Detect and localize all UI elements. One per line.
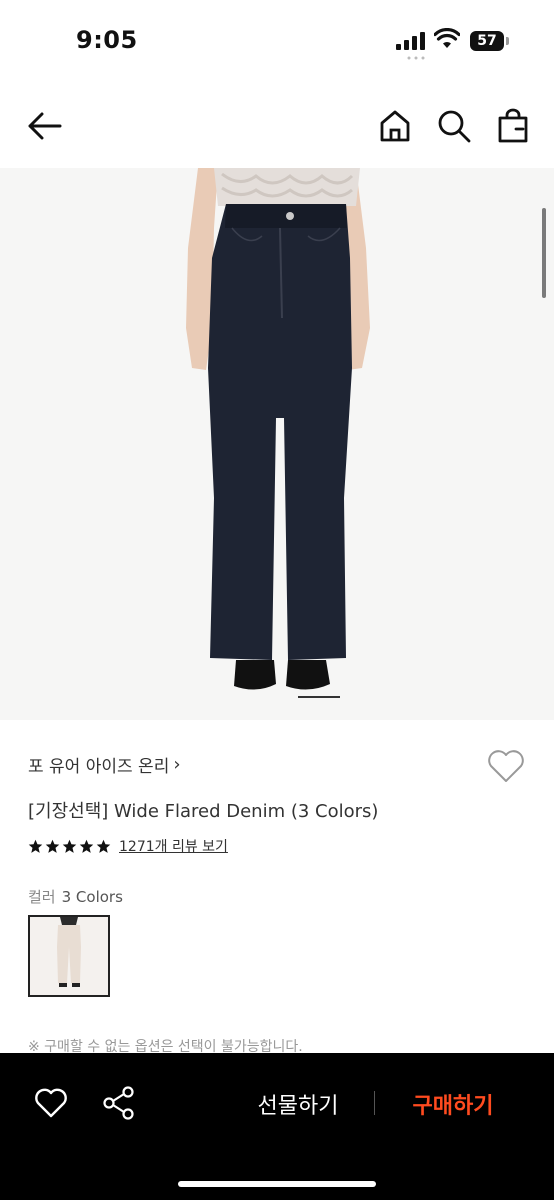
- heart-icon[interactable]: [34, 1087, 68, 1119]
- review-link[interactable]: 1271개 리뷰 보기: [119, 836, 228, 856]
- shopping-bag-icon[interactable]: [496, 108, 530, 144]
- signal-icon: [396, 32, 425, 50]
- color-swatch[interactable]: [28, 915, 110, 997]
- color-value: 3 Colors: [61, 888, 123, 906]
- top-nav: [0, 84, 554, 168]
- status-time: 9:05: [76, 26, 138, 54]
- carousel-indicator: [298, 696, 340, 698]
- color-label: 컬러: [28, 888, 56, 906]
- scrollbar[interactable]: [542, 208, 546, 298]
- brand-link[interactable]: 포 유어 아이즈 온리 ›: [28, 752, 181, 777]
- bottom-action-bar: 선물하기 구매하기: [0, 1053, 554, 1200]
- sensor-dots: [407, 56, 425, 60]
- rating-row: 1271개 리뷰 보기: [28, 836, 228, 856]
- product-title: [기장선택] Wide Flared Denim (3 Colors): [28, 801, 379, 822]
- star-icon: [28, 839, 43, 853]
- product-image-carousel[interactable]: [0, 168, 554, 720]
- star-icon: [45, 839, 60, 853]
- share-icon[interactable]: [102, 1085, 136, 1121]
- back-arrow-icon[interactable]: [24, 108, 64, 144]
- buy-button[interactable]: 구매하기: [403, 1087, 503, 1121]
- color-option-label: 컬러 3 Colors: [28, 886, 123, 907]
- search-icon[interactable]: [436, 108, 472, 144]
- chevron-right-icon: ›: [173, 754, 181, 775]
- status-bar: 9:05 57: [0, 0, 554, 84]
- product-photo-jeans: [0, 168, 554, 720]
- battery-icon: 57: [470, 31, 510, 51]
- star-rating: [28, 839, 111, 854]
- home-icon[interactable]: [378, 108, 412, 144]
- heart-icon[interactable]: [486, 748, 526, 784]
- brand-name: 포 유어 아이즈 온리: [28, 757, 170, 777]
- wifi-icon: [434, 28, 460, 48]
- gift-button[interactable]: 선물하기: [248, 1087, 348, 1121]
- battery-level: 57: [477, 33, 497, 49]
- star-icon: [96, 839, 111, 853]
- divider: [374, 1091, 375, 1115]
- home-indicator: [178, 1181, 376, 1187]
- star-icon: [79, 839, 94, 853]
- star-icon: [62, 839, 77, 853]
- swatch-thumbnail: [30, 917, 108, 995]
